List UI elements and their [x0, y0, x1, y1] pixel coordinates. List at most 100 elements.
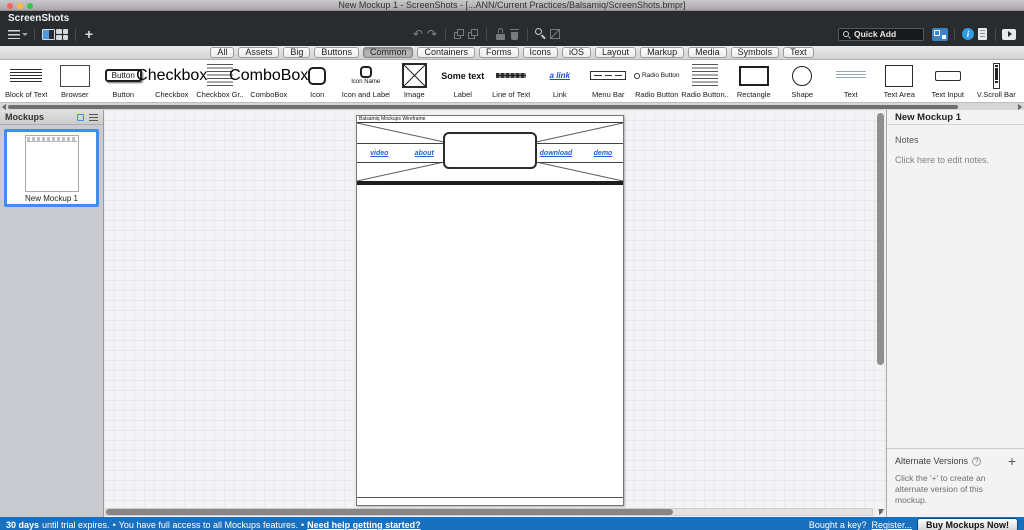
- mockup-thumbnail-selected[interactable]: New Mockup 1: [4, 129, 99, 207]
- tab-icons[interactable]: Icons: [522, 47, 559, 58]
- duplicate-button[interactable]: [466, 26, 480, 42]
- canvas-vertical-scrollbar[interactable]: [877, 113, 884, 513]
- label-preview-icon: Some text: [441, 70, 485, 81]
- canvas-horizontal-scrollbar[interactable]: [105, 508, 873, 516]
- bullet: •: [112, 520, 116, 530]
- menu-dash: [604, 74, 612, 77]
- quick-add-input[interactable]: [852, 28, 916, 40]
- scroll-left-icon[interactable]: [2, 104, 6, 110]
- toggle-library-button[interactable]: [55, 26, 69, 42]
- inspector-toggle-button[interactable]: i: [961, 26, 975, 42]
- library-item-icon[interactable]: Icon: [293, 61, 342, 102]
- tab-media[interactable]: Media: [688, 47, 727, 58]
- tab-all[interactable]: All: [210, 47, 235, 58]
- new-mockup-button[interactable]: +: [82, 26, 96, 42]
- minimize-icon[interactable]: [17, 3, 23, 9]
- icon-preview-icon: [308, 66, 327, 85]
- help-icon[interactable]: ?: [972, 456, 982, 466]
- library-item-v-scroll-bar[interactable]: V.Scroll Bar: [972, 61, 1021, 102]
- text-area-preview: [885, 61, 914, 90]
- tab-layout[interactable]: Layout: [595, 47, 637, 58]
- lock-button[interactable]: [493, 26, 507, 42]
- tab-common[interactable]: Common: [362, 47, 414, 58]
- library-item-browser[interactable]: Browser: [51, 61, 100, 102]
- library-scrollbar-thumb[interactable]: [8, 104, 958, 109]
- grid-cell: [56, 28, 62, 34]
- tab-markup[interactable]: Markup: [640, 47, 685, 58]
- library-item-label[interactable]: Some text Label: [439, 61, 488, 102]
- library-item-block-of-text[interactable]: Block of Text: [2, 61, 51, 102]
- tab-big[interactable]: Big: [283, 47, 311, 58]
- mockup-link-video[interactable]: video: [370, 150, 388, 157]
- mockup-link-about[interactable]: about: [415, 150, 434, 157]
- zoom-tool-button[interactable]: [534, 26, 548, 42]
- notes-edit-area[interactable]: Click here to edit notes.: [895, 155, 1016, 165]
- tab-ios[interactable]: iOS: [562, 47, 592, 58]
- quick-add-field[interactable]: [838, 27, 924, 41]
- library-item-line-of-text[interactable]: Line of Text: [487, 61, 536, 102]
- textinput-preview-icon: [934, 70, 961, 81]
- tab-buttons[interactable]: Buttons: [314, 47, 359, 58]
- mockup-link-demo[interactable]: demo: [594, 150, 613, 157]
- scroll-cap: [994, 80, 998, 83]
- redo-icon: ↷: [426, 27, 438, 41]
- delete-button[interactable]: [507, 26, 521, 42]
- vertical-scrollbar-thumb[interactable]: [877, 113, 884, 365]
- export-image-button[interactable]: [548, 26, 562, 42]
- menubar-preview-icon: [590, 71, 627, 80]
- trial-status: 30 days until trial expires. • You have …: [6, 520, 809, 530]
- library-item-combobox[interactable]: ComboBox ComboBox: [229, 61, 308, 102]
- mockups-panel: Mockups New Mockup 1: [0, 110, 104, 517]
- buy-mockups-button[interactable]: Buy Mockups Now!: [916, 518, 1018, 530]
- toolbar-divider: [527, 27, 528, 41]
- expand-panel-icon[interactable]: [77, 113, 84, 121]
- mockup-link-download[interactable]: download: [540, 150, 573, 157]
- library-item-rectangle[interactable]: Rectangle: [730, 61, 779, 102]
- library-item-radio-button[interactable]: Radio Button Radio Button: [633, 61, 682, 102]
- library-scrollbar[interactable]: [0, 102, 1024, 110]
- library-category-tabs: All Assets Big Buttons Common Containers Forms…: [0, 46, 1024, 60]
- zoom-icon[interactable]: [27, 3, 33, 9]
- library-item-shape[interactable]: Shape: [778, 61, 827, 102]
- toggle-inspector-button[interactable]: [41, 26, 55, 42]
- copy-button[interactable]: [452, 26, 466, 42]
- main-menu-button[interactable]: [8, 26, 28, 42]
- library-item-text[interactable]: Text: [827, 61, 876, 102]
- scroll-right-icon[interactable]: [879, 509, 883, 515]
- register-link[interactable]: Register...: [871, 520, 912, 530]
- library-item-image[interactable]: Image: [390, 61, 439, 102]
- image-preview-icon: [401, 63, 427, 88]
- radio-button-preview: Radio Button: [633, 61, 680, 90]
- presentation-button[interactable]: [1002, 26, 1016, 42]
- tab-symbols[interactable]: Symbols: [730, 47, 780, 58]
- tab-forms[interactable]: Forms: [479, 47, 519, 58]
- library-item-label: Radio Button...: [681, 90, 730, 99]
- library-item-radio-button[interactable]: Radio Button...: [681, 61, 730, 102]
- horizontal-scrollbar-thumb[interactable]: [106, 509, 673, 515]
- panel-menu-icon[interactable]: [89, 113, 98, 121]
- library-item-icon-and-label[interactable]: Icon Name Icon and Label: [342, 61, 391, 102]
- traffic-lights: [7, 3, 33, 9]
- wireframe-logo-box[interactable]: [443, 132, 537, 169]
- library-item-menu-bar[interactable]: Menu Bar: [584, 61, 633, 102]
- library-item-checkbox[interactable]: Checkbox Checkbox: [136, 61, 207, 102]
- ui-library-toggle-button[interactable]: [932, 26, 948, 42]
- mockup-artboard[interactable]: Balsamiq Mockups Wireframe video about do…: [356, 115, 624, 506]
- wireframe-content-rect[interactable]: [357, 185, 623, 504]
- library-item-link[interactable]: a link Link: [536, 61, 585, 102]
- iconlabel-preview-icon: Icon Name: [351, 66, 380, 85]
- undo-button[interactable]: ↶: [411, 26, 425, 42]
- close-icon[interactable]: [7, 3, 13, 9]
- notes-panel-button[interactable]: [975, 26, 989, 42]
- block-of-text-preview: [10, 61, 43, 90]
- canvas[interactable]: Balsamiq Mockups Wireframe video about do…: [104, 110, 886, 517]
- add-alternate-button[interactable]: +: [1008, 454, 1016, 468]
- library-item-text-area[interactable]: Text Area: [875, 61, 924, 102]
- redo-button[interactable]: ↷: [425, 26, 439, 42]
- tab-containers[interactable]: Containers: [417, 47, 475, 58]
- tab-assets[interactable]: Assets: [238, 47, 280, 58]
- tab-text[interactable]: Text: [783, 47, 814, 58]
- wireframe-hero-image[interactable]: video about download demo: [357, 123, 623, 181]
- help-link[interactable]: Need help getting started?: [307, 520, 421, 530]
- library-item-text-input[interactable]: Text Input: [924, 61, 973, 102]
